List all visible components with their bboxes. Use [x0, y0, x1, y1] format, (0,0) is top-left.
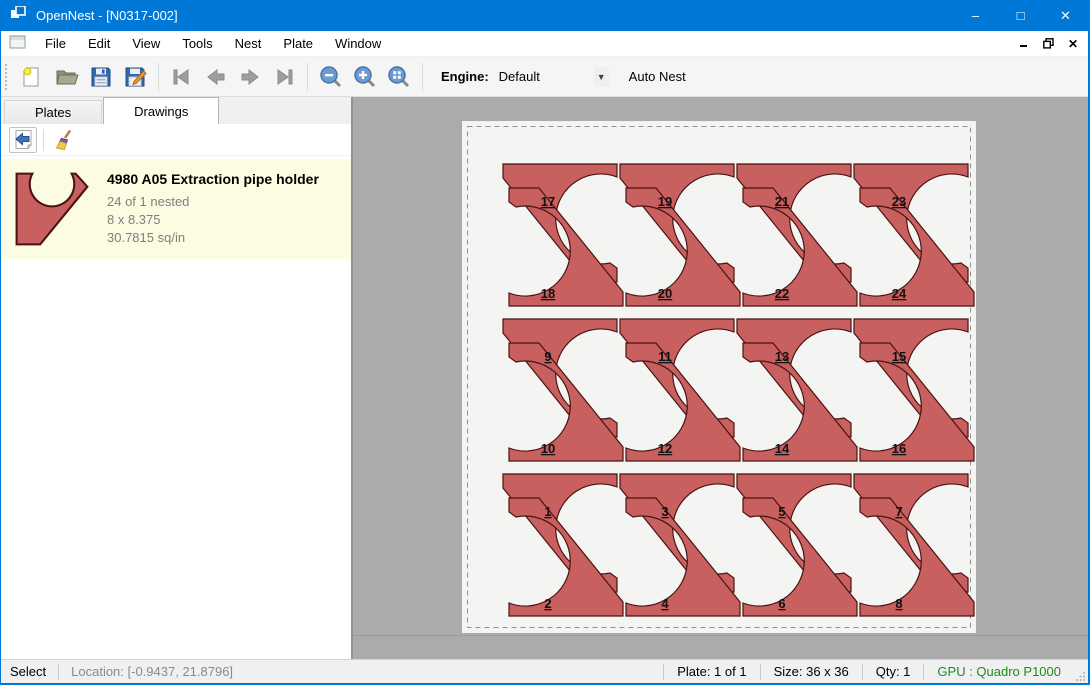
import-drawing-icon[interactable] — [9, 127, 37, 153]
engine-label: Engine: — [441, 69, 489, 84]
tab-plates[interactable]: Plates — [4, 100, 102, 124]
part-number: 18 — [541, 286, 555, 301]
part-thumbnail — [9, 169, 95, 249]
part-number: 13 — [775, 349, 789, 364]
toolbar-grip[interactable] — [5, 64, 10, 90]
new-file-icon[interactable] — [16, 61, 50, 93]
chevron-down-icon: ▼ — [594, 67, 609, 87]
part-number: 12 — [658, 441, 672, 456]
zoom-out-icon[interactable] — [314, 61, 348, 93]
menu-item-plate[interactable]: Plate — [272, 32, 324, 55]
open-file-icon[interactable] — [50, 61, 84, 93]
drawing-list-item[interactable]: 4980 A05 Extraction pipe holder 24 of 1 … — [1, 159, 351, 259]
status-mode: Select — [1, 664, 58, 679]
auto-nest-button[interactable]: Auto Nest — [623, 65, 692, 88]
part-number: 9 — [544, 349, 551, 364]
maximize-button[interactable]: □ — [998, 0, 1043, 31]
save-icon[interactable] — [84, 61, 118, 93]
drawing-area: 30.7815 sq/in — [107, 229, 319, 247]
status-plate: Plate: 1 of 1 — [664, 664, 759, 679]
part-number: 3 — [661, 504, 668, 519]
menu-item-nest[interactable]: Nest — [224, 32, 273, 55]
engine-value: Default — [499, 69, 594, 84]
status-location: Location: [-0.9437, 21.8796] — [59, 664, 245, 679]
tab-drawings[interactable]: Drawings — [103, 97, 219, 124]
part-number: 20 — [658, 286, 672, 301]
tab-strip: Plates Drawings — [1, 97, 351, 124]
status-qty: Qty: 1 — [863, 664, 924, 679]
menu-item-view[interactable]: View — [121, 32, 171, 55]
menu-item-edit[interactable]: Edit — [77, 32, 121, 55]
app-window: OpenNest - [N0317-002] – □ ✕ FileEditVie… — [0, 0, 1090, 685]
part-number: 14 — [775, 441, 790, 456]
part-number: 7 — [895, 504, 902, 519]
drawing-size: 8 x 8.375 — [107, 211, 319, 229]
part-number: 1 — [544, 504, 551, 519]
status-size: Size: 36 x 36 — [761, 664, 862, 679]
part-number: 6 — [778, 596, 785, 611]
minimize-button[interactable]: – — [953, 0, 998, 31]
save-edit-icon[interactable] — [118, 61, 152, 93]
toolbar-separator — [158, 63, 159, 91]
main-toolbar: Engine: Default ▼ Auto Nest — [1, 57, 1088, 97]
part-number: 10 — [541, 441, 555, 456]
zoom-fit-icon[interactable] — [382, 61, 416, 93]
menu-item-tools[interactable]: Tools — [171, 32, 223, 55]
mdi-window-controls: ✕ — [1020, 37, 1088, 51]
mdi-close-icon[interactable]: ✕ — [1068, 37, 1078, 51]
part-number: 24 — [892, 286, 907, 301]
part-number: 15 — [892, 349, 906, 364]
go-previous-icon[interactable] — [199, 61, 233, 93]
window-title: OpenNest - [N0317-002] — [36, 8, 953, 23]
menu-bar: FileEditViewToolsNestPlateWindow ✕ — [1, 31, 1088, 57]
app-icon — [10, 6, 26, 25]
menu-item-file[interactable]: File — [34, 32, 77, 55]
nest-canvas[interactable]: 171819202122232491011121314151612345678 — [353, 97, 1088, 659]
left-panel: Plates Drawings — [1, 97, 353, 659]
drawings-toolbar — [1, 124, 351, 156]
status-gpu: GPU : Quadro P1000 — [924, 664, 1074, 679]
resize-grip[interactable] — [1074, 660, 1088, 683]
zoom-in-icon[interactable] — [348, 61, 382, 93]
drawing-title: 4980 A05 Extraction pipe holder — [107, 171, 319, 187]
title-bar: OpenNest - [N0317-002] – □ ✕ — [1, 0, 1088, 31]
menu-items: FileEditViewToolsNestPlateWindow — [34, 32, 392, 55]
part-number: 11 — [658, 349, 672, 364]
go-first-icon[interactable] — [165, 61, 199, 93]
drawing-nested-count: 24 of 1 nested — [107, 193, 319, 211]
part-number: 2 — [544, 596, 551, 611]
part-number: 8 — [895, 596, 902, 611]
plate[interactable]: 171819202122232491011121314151612345678 — [462, 121, 976, 633]
go-next-icon[interactable] — [233, 61, 267, 93]
mdi-minimize-icon[interactable] — [1020, 39, 1029, 48]
engine-select[interactable]: Default ▼ — [495, 65, 613, 89]
mdi-restore-icon[interactable] — [1043, 38, 1054, 49]
part-number: 17 — [541, 194, 555, 209]
part-number: 5 — [778, 504, 785, 519]
toolbar-separator — [307, 63, 308, 91]
menu-item-window[interactable]: Window — [324, 32, 392, 55]
close-button[interactable]: ✕ — [1043, 0, 1088, 31]
part-number: 21 — [775, 194, 789, 209]
clean-broom-icon[interactable] — [50, 127, 78, 153]
part-number: 22 — [775, 286, 789, 301]
canvas-edge-line — [353, 635, 1088, 636]
part-number: 23 — [892, 194, 906, 209]
part-number: 4 — [661, 596, 669, 611]
go-last-icon[interactable] — [267, 61, 301, 93]
part-number: 19 — [658, 194, 672, 209]
toolbar-separator — [422, 63, 423, 91]
panel-toolbar-separator — [43, 129, 44, 151]
document-window-icon[interactable] — [9, 35, 26, 52]
part-number: 16 — [892, 441, 906, 456]
status-bar: Select Location: [-0.9437, 21.8796] Plat… — [1, 659, 1088, 683]
